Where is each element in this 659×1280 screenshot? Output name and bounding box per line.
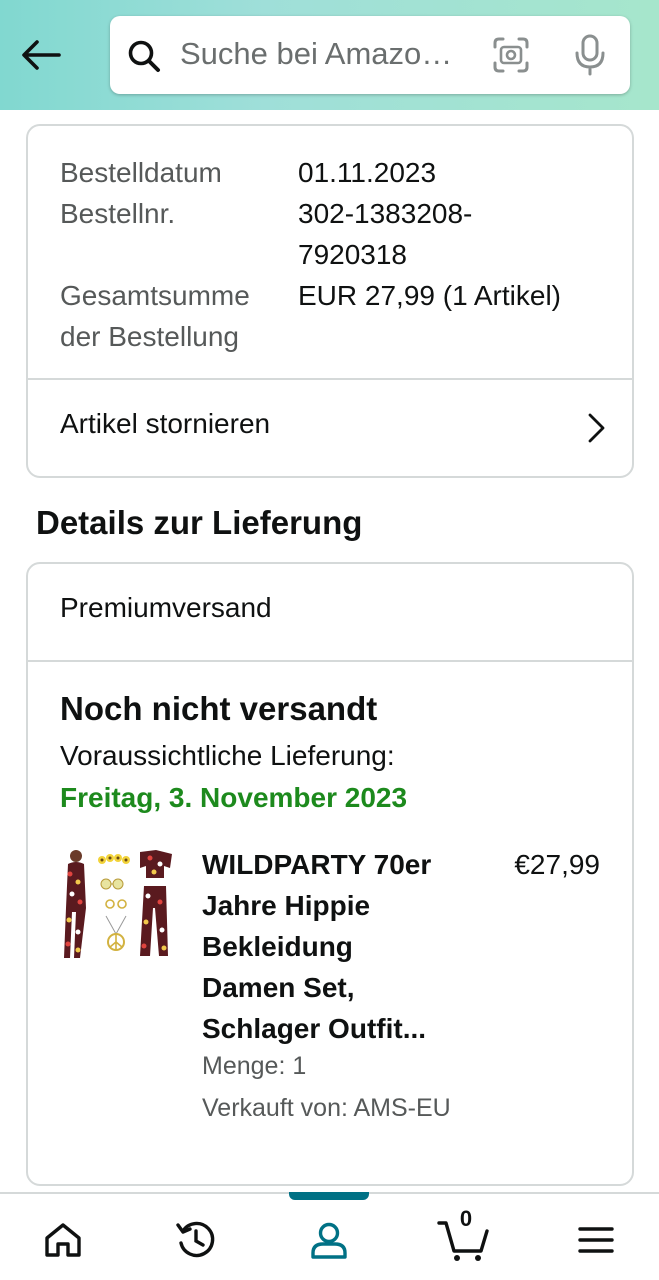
order-date-label: Bestelldatum	[60, 157, 222, 188]
order-number-label: Bestellnr.	[60, 198, 176, 229]
search-box[interactable]: Suche bei Amazo…	[110, 16, 630, 94]
delivery-section-title: Details zur Lieferung	[36, 504, 363, 541]
product-seller: Verkauft von: AMS-EU	[202, 1094, 451, 1122]
order-number-value-line1: 302-1383208-	[298, 198, 473, 229]
order-total-label-line1: Gesamtsumme	[60, 280, 250, 311]
bottom-navigation: 0	[0, 1192, 659, 1280]
cancel-items-button[interactable]: Artikel stornieren	[28, 380, 632, 476]
product-quantity: Menge: 1	[202, 1052, 307, 1080]
history-icon	[176, 1221, 215, 1258]
nav-account[interactable]	[299, 1212, 359, 1268]
top-bar: Suche bei Amazo…	[0, 0, 659, 110]
nav-home[interactable]	[33, 1212, 93, 1268]
search-input[interactable]: Suche bei Amazo…	[180, 36, 452, 72]
cancel-items-label: Artikel stornieren	[60, 408, 271, 439]
search-icon	[128, 40, 160, 72]
nav-history[interactable]	[166, 1212, 226, 1268]
nav-menu[interactable]	[566, 1212, 626, 1268]
account-icon	[311, 1222, 347, 1259]
order-summary-card: Bestelldatum 01.11.2023 Bestellnr. 302-1…	[26, 124, 634, 478]
camera-scan-icon[interactable]	[492, 36, 530, 74]
microphone-icon[interactable]	[572, 34, 608, 76]
eta-label: Voraussichtliche Lieferung:	[60, 740, 395, 771]
nav-cart[interactable]: 0	[432, 1206, 496, 1268]
product-image[interactable]	[60, 846, 174, 962]
shipping-type: Premiumversand	[60, 592, 272, 623]
product-title-line: Bekleidung	[202, 931, 353, 962]
eta-date: Freitag, 3. November 2023	[60, 782, 408, 813]
order-total-label-line2: der Bestellung	[60, 321, 240, 352]
product-title[interactable]: WILDPARTY 70er Jahre Hippie Bekleidung D…	[202, 844, 472, 1049]
product-title-line: Schlager Outfit...	[202, 1013, 427, 1044]
shipment-status: Noch nicht versandt	[60, 690, 378, 727]
product-price: €27,99	[514, 849, 600, 880]
order-number-value-line2: 7920318	[298, 239, 408, 270]
divider	[28, 660, 632, 662]
menu-icon	[578, 1227, 614, 1253]
back-button[interactable]	[18, 34, 64, 76]
active-tab-indicator	[289, 1192, 369, 1200]
chevron-right-icon	[588, 413, 605, 443]
order-total-value: EUR 27,99 (1 Artikel)	[298, 280, 561, 311]
delivery-card: Premiumversand Noch nicht versandt Vorau…	[26, 562, 634, 1186]
product-title-line: WILDPARTY 70er	[202, 849, 432, 880]
home-icon	[45, 1223, 81, 1257]
cart-count-badge: 0	[459, 1206, 473, 1231]
arrow-left-icon	[22, 40, 61, 70]
order-date-value: 01.11.2023	[298, 157, 437, 188]
product-title-line: Damen Set,	[202, 972, 355, 1003]
product-title-line: Jahre Hippie	[202, 890, 371, 921]
